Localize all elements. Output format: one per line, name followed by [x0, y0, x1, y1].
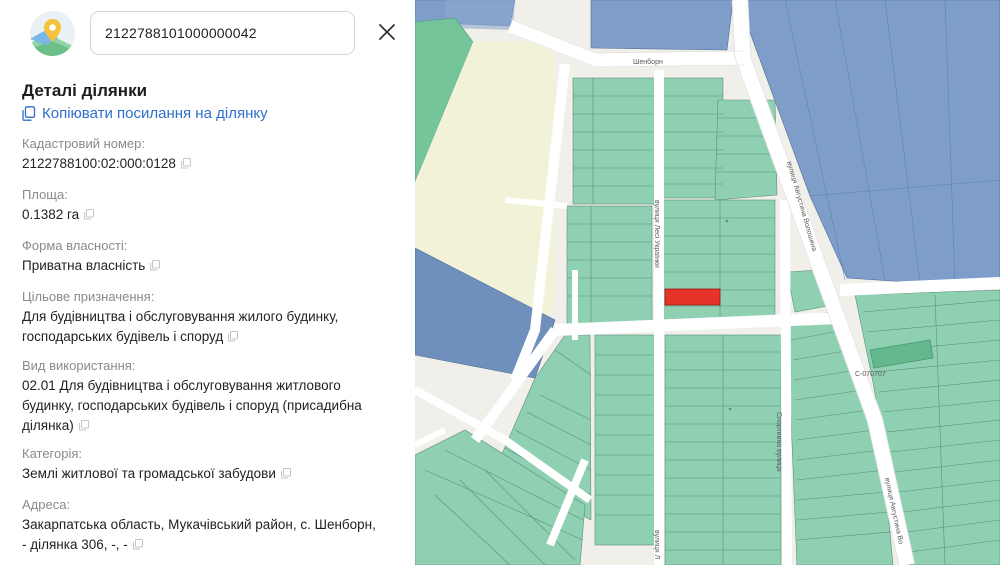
address-value-line1: Закарпатська область, Мукачівський район… — [22, 517, 376, 532]
ownership-label: Форма власності: — [22, 238, 128, 253]
address-value-line2: - ділянка 306, -, - — [22, 537, 128, 552]
cadastral-number-value: 2122788100:02:000:0128 — [22, 156, 176, 171]
street-label-lesi: вулиця Лесі Українки — [653, 200, 661, 268]
map-canvas[interactable]: Шенборн вулиця Лесі Українки вулиця Авгу… — [415, 0, 1000, 565]
ownership-value: Приватна власність — [22, 258, 146, 273]
copy-purpose-icon[interactable] — [228, 328, 239, 348]
category-value: Землі житлової та громадської забудови — [22, 466, 276, 481]
copy-link-label: Копіювати посилання на ділянку — [42, 105, 268, 122]
zone-blue-top — [590, 0, 734, 51]
purpose-label: Цільове призначення: — [22, 289, 155, 304]
copy-link-button[interactable]: Копіювати посилання на ділянку — [22, 105, 268, 122]
usage-field: Вид використання: 02.01 Для будівництва … — [22, 357, 402, 437]
parcel-details-panel: Деталі ділянки Копіювати посилання на ді… — [0, 0, 415, 565]
copy-area-icon[interactable] — [84, 206, 95, 226]
category-field: Категорія: Землі житлової та громадської… — [22, 445, 402, 485]
purpose-field: Цільове призначення: Для будівництва і о… — [22, 288, 402, 348]
map-pin-logo-icon — [30, 11, 75, 56]
address-label: Адреса: — [22, 497, 71, 512]
street-label-top: Шенборн — [633, 58, 663, 66]
app-logo — [30, 11, 75, 56]
cadastral-map[interactable]: Шенборн вулиця Лесі Українки вулиця Авгу… — [415, 0, 1000, 565]
usage-value-line3: ділянка) — [22, 418, 74, 433]
usage-label: Вид використання: — [22, 358, 136, 373]
cadastral-search-input[interactable] — [90, 11, 355, 55]
street-label-bottom: вулиця Л — [653, 530, 660, 560]
purpose-value-line1: Для будівництва і обслуговування жилого … — [22, 309, 339, 324]
purpose-value-line2: господарських будівель і споруд — [22, 329, 224, 344]
parcel-code-label: С-070707 — [855, 371, 886, 378]
copy-cadastral-icon[interactable] — [181, 155, 191, 175]
cadastral-number-field: Кадастровий номер: 2122788100:02:000:012… — [22, 135, 402, 175]
address-field: Адреса: Закарпатська область, Мукачівськ… — [22, 496, 402, 556]
close-icon — [379, 24, 395, 40]
copy-category-icon[interactable] — [280, 465, 291, 485]
ownership-field: Форма власності: Приватна власність — [22, 237, 402, 277]
panel-title: Деталі ділянки — [22, 81, 148, 100]
cadastral-number-label: Кадастровий номер: — [22, 136, 145, 151]
copy-usage-icon[interactable] — [78, 417, 89, 437]
copy-icon — [22, 106, 36, 121]
usage-value-line1: 02.01 Для будівництва і обслуговування ж… — [22, 378, 341, 393]
usage-value-line2: будинку, господарських будівель і споруд… — [22, 398, 362, 413]
close-button[interactable] — [372, 17, 402, 47]
category-label: Категорія: — [22, 446, 83, 461]
area-value: 0.1382 га — [22, 207, 80, 222]
copy-ownership-icon[interactable] — [150, 257, 161, 277]
area-label: Площа: — [22, 187, 68, 202]
street-label-sportyvna: Спортивна вулиця — [775, 412, 782, 472]
selected-parcel[interactable] — [664, 288, 721, 306]
copy-address-icon[interactable] — [132, 536, 143, 556]
area-field: Площа: 0.1382 га — [22, 186, 402, 226]
